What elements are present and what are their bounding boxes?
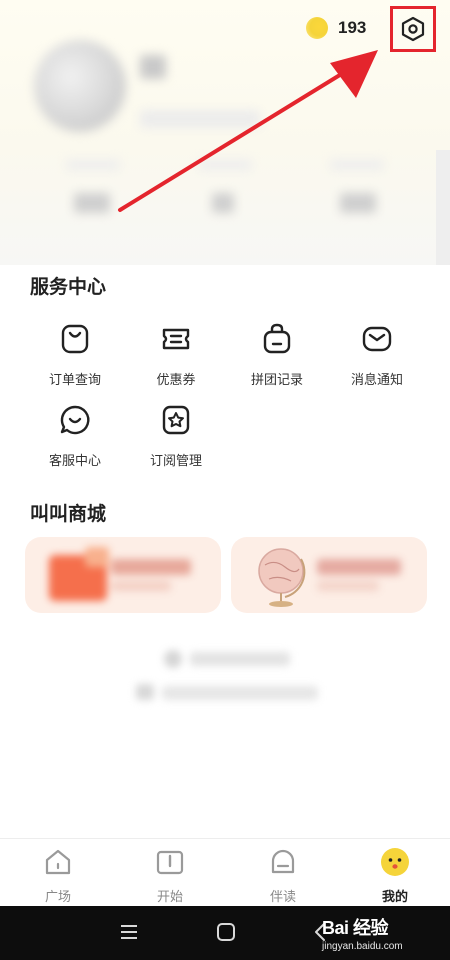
baidu-jingyan-watermark: Bai 经验 jingyan.baidu.com <box>322 914 403 952</box>
book-icon <box>156 850 184 875</box>
blurred-profile-info <box>0 0 450 265</box>
stat-label-blurred <box>66 160 120 170</box>
watermark-url: jingyan.baidu.com <box>322 941 403 952</box>
tab-label: 我的 <box>381 890 408 905</box>
tab-label: 伴读 <box>269 890 296 905</box>
nickname-blurred <box>140 55 166 79</box>
service-item-orders[interactable]: 订单查询 <box>30 322 120 388</box>
menu-icon[interactable] <box>119 923 139 941</box>
coupon-ticket-icon <box>162 328 190 350</box>
tab-start[interactable]: 开始 <box>130 847 210 905</box>
tab-mine[interactable]: 我的 <box>355 847 435 905</box>
group-bag-icon <box>263 323 291 354</box>
system-navigation-bar: Bai 经验 jingyan.baidu.com <box>0 906 450 960</box>
avatar[interactable] <box>34 40 126 132</box>
home-square-icon[interactable] <box>216 922 236 942</box>
coin-icon <box>306 17 328 39</box>
stat-value-blurred <box>340 193 376 213</box>
service-item-label: 优惠券 <box>156 373 196 388</box>
settings-hexagon-icon <box>401 16 425 42</box>
tab-label: 广场 <box>44 890 71 905</box>
companion-icon <box>271 849 295 874</box>
watermark-logo: Bai 经验 <box>322 918 389 938</box>
service-item-group-buy[interactable]: 拼团记录 <box>232 322 322 388</box>
service-item-messages[interactable]: 消息通知 <box>332 322 422 388</box>
mall-title: 叫叫商城 <box>30 503 107 525</box>
blurred-product <box>25 537 221 613</box>
tab-label: 开始 <box>156 890 183 905</box>
service-item-coupons[interactable]: 优惠券 <box>131 322 221 388</box>
coin-count: 193 <box>338 18 367 37</box>
shopping-bag-icon <box>61 324 89 354</box>
service-item-customer-service[interactable]: 客服中心 <box>30 403 120 469</box>
tab-companion-reading[interactable]: 伴读 <box>243 847 323 905</box>
coin-balance[interactable]: 193 <box>306 17 366 39</box>
blurred-product <box>231 537 427 613</box>
settings-button[interactable] <box>390 6 436 52</box>
tab-plaza[interactable]: 广场 <box>18 847 98 905</box>
blurred-contact-info <box>0 640 450 710</box>
chat-bubble-icon <box>60 405 90 435</box>
service-item-subscriptions[interactable]: 订阅管理 <box>131 403 221 469</box>
stat-label-blurred <box>330 160 384 170</box>
service-item-label: 拼团记录 <box>250 373 303 388</box>
service-item-label: 订阅管理 <box>149 454 202 469</box>
mascot-face-icon <box>381 848 409 876</box>
mall-product-card[interactable] <box>25 537 221 613</box>
service-center-title: 服务中心 <box>30 276 107 298</box>
service-item-label: 客服中心 <box>48 454 101 469</box>
mall-product-card[interactable] <box>231 537 427 613</box>
stat-value-blurred <box>212 193 234 213</box>
service-item-label: 订单查询 <box>48 373 101 388</box>
home-icon <box>45 849 71 875</box>
profile-header <box>0 0 450 265</box>
star-bookmark-icon <box>162 405 190 435</box>
mail-icon <box>362 326 392 352</box>
scroll-edge <box>436 150 450 265</box>
stat-label-blurred <box>198 160 252 170</box>
user-info-blurred <box>140 110 260 128</box>
stat-value-blurred <box>74 193 110 213</box>
bottom-tab-bar: 广场 开始 伴读 我的 <box>0 838 450 906</box>
service-item-label: 消息通知 <box>350 373 403 388</box>
